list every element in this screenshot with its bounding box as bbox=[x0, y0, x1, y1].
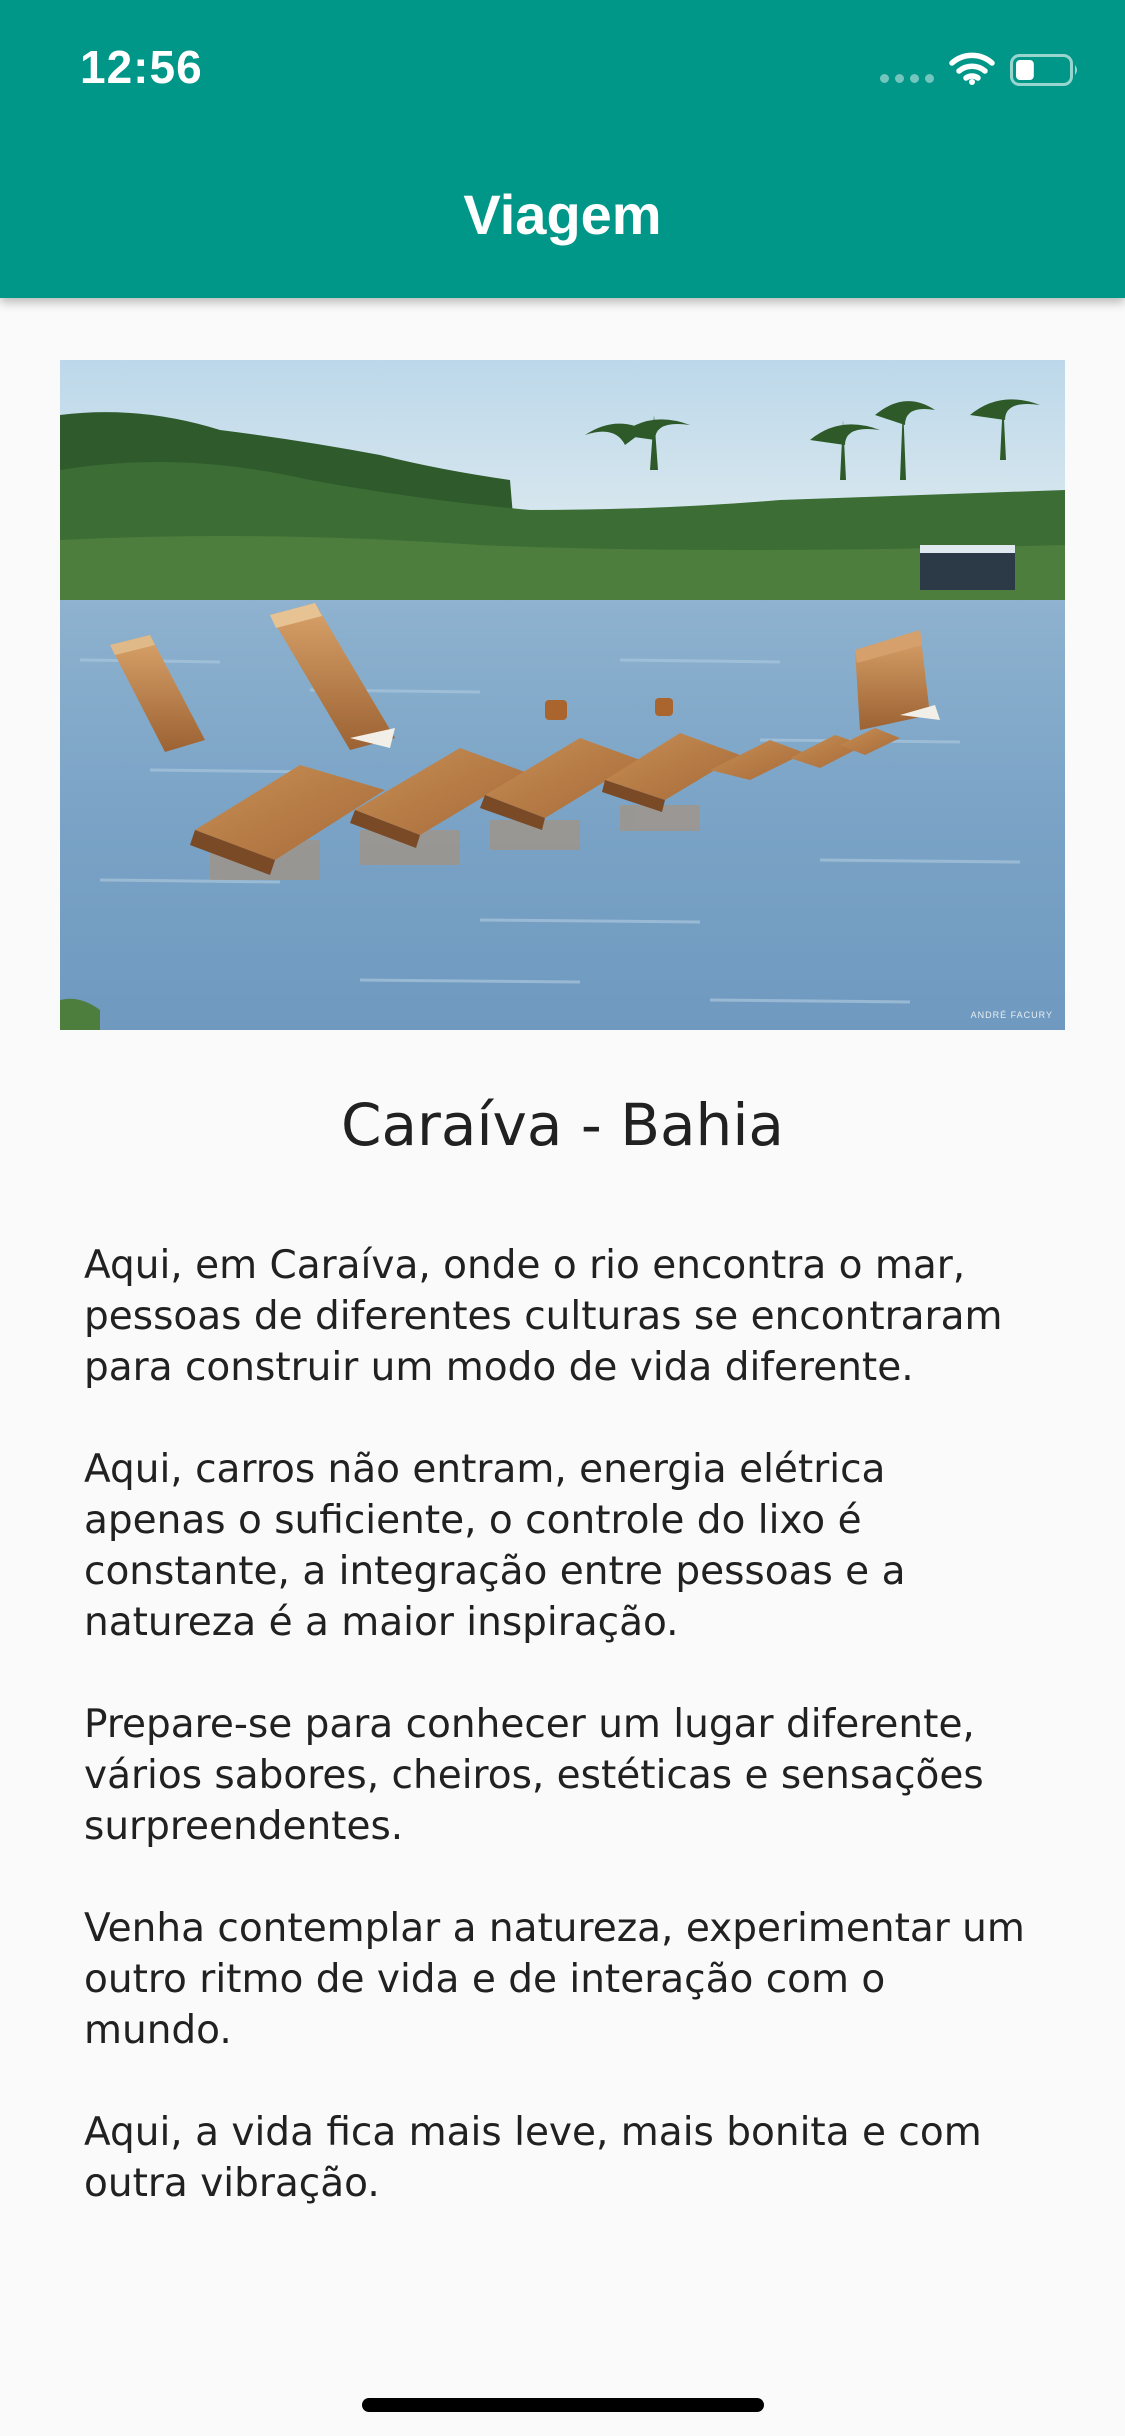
home-indicator[interactable] bbox=[362, 2398, 764, 2412]
photo-credit: ANDRÉ FACURY bbox=[971, 1010, 1053, 1020]
battery-icon bbox=[1010, 54, 1077, 86]
description-paragraph: Venha contemplar a natureza, experimenta… bbox=[84, 1906, 1025, 2053]
description-paragraph: Aqui, a vida fica mais leve, mais bonita… bbox=[84, 2110, 982, 2206]
app-bar: 12:56 Viagem bbox=[0, 0, 1125, 298]
description-paragraph: Aqui, carros não entram, energia elétric… bbox=[84, 1447, 906, 1645]
app-title: Viagem bbox=[463, 183, 662, 246]
description-paragraph: Prepare-se para conhecer um lugar difere… bbox=[84, 1702, 984, 1849]
status-time: 12:56 bbox=[80, 41, 203, 93]
description-text: Aqui, em Caraíva, onde o rio encontra o … bbox=[84, 1240, 1054, 2260]
description-paragraph: Aqui, em Caraíva, onde o rio encontra o … bbox=[84, 1243, 1003, 1390]
cellular-signal-icon bbox=[880, 74, 934, 83]
hero-image: ANDRÉ FACURY bbox=[60, 360, 1065, 1030]
place-title: Caraíva - Bahia bbox=[341, 1091, 784, 1159]
wifi-icon bbox=[949, 52, 995, 85]
